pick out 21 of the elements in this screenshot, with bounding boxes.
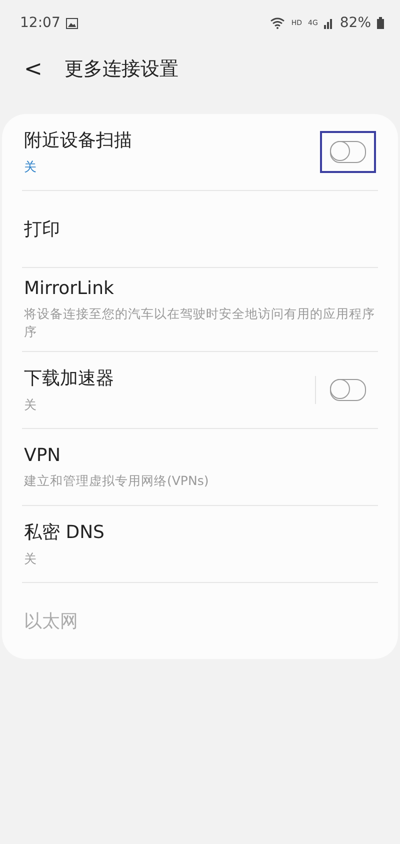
setting-title[interactable]: MirrorLink xyxy=(24,278,376,299)
setting-summary: 关 xyxy=(24,158,38,176)
toggle-switch[interactable] xyxy=(330,141,366,163)
signal-icon xyxy=(324,17,334,29)
setting-title[interactable]: VPN xyxy=(24,444,376,466)
page-title: 更多连接设置 xyxy=(64,57,178,82)
setting-title[interactable]: 下载加速器 xyxy=(24,366,315,390)
setting-summary: 关 xyxy=(24,550,38,568)
setting-title[interactable]: 打印 xyxy=(24,217,376,241)
image-icon xyxy=(66,18,78,28)
status-time: 12:07 xyxy=(20,15,60,31)
toggle-switch[interactable] xyxy=(330,379,366,401)
setting-summary: 建立和管理虚拟专用网络(VPNs) xyxy=(24,472,210,490)
setting-summary: 关 xyxy=(24,396,38,414)
wifi-icon xyxy=(270,17,286,29)
setting-summary: 将设备连接至您的汽车以在驾驶时安全地访问有用的应用程序序 xyxy=(24,305,376,341)
setting-title[interactable]: 附近设备扫描 xyxy=(24,128,320,152)
setting-title[interactable]: 私密 DNS xyxy=(24,520,376,544)
battery-percent: 82% xyxy=(340,15,371,31)
battery-icon xyxy=(377,17,384,29)
back-button[interactable]: < xyxy=(20,56,46,82)
